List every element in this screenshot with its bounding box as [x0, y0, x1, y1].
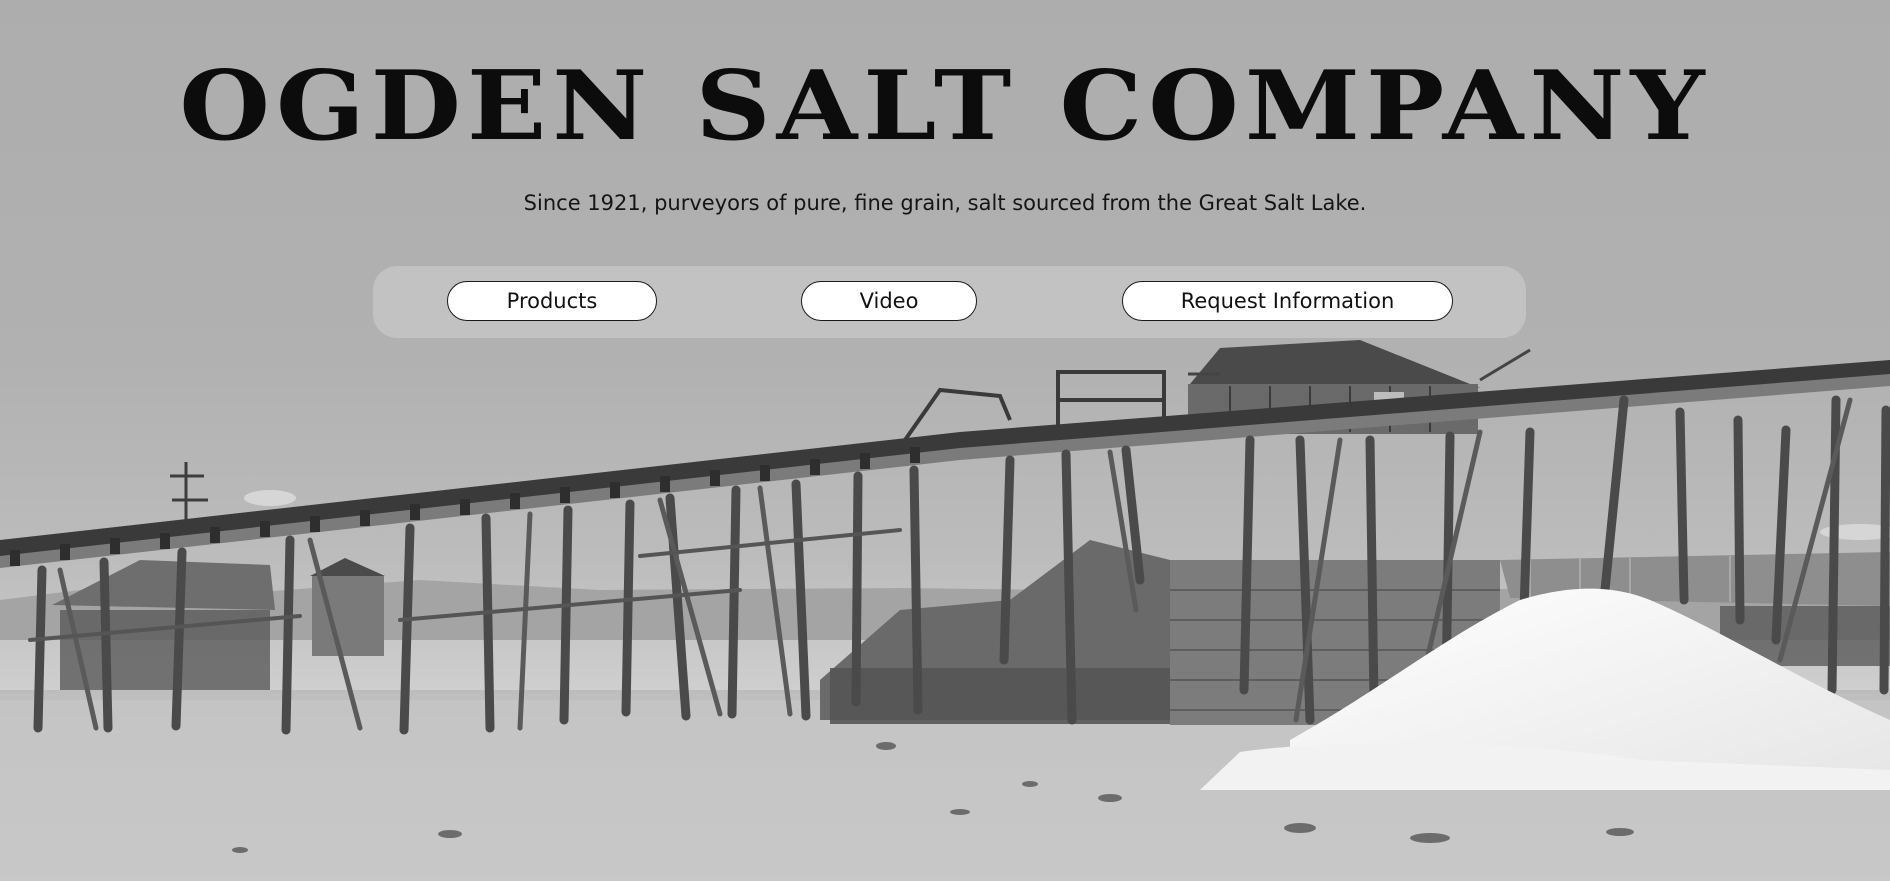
video-button[interactable]: Video — [801, 281, 977, 321]
page-title: OGDEN SALT COMPANY — [179, 48, 1711, 163]
request-information-button[interactable]: Request Information — [1122, 281, 1453, 321]
main-nav: Products Video Request Information — [373, 266, 1526, 338]
page-tagline: Since 1921, purveyors of pure, fine grai… — [523, 191, 1367, 215]
products-button[interactable]: Products — [447, 281, 657, 321]
